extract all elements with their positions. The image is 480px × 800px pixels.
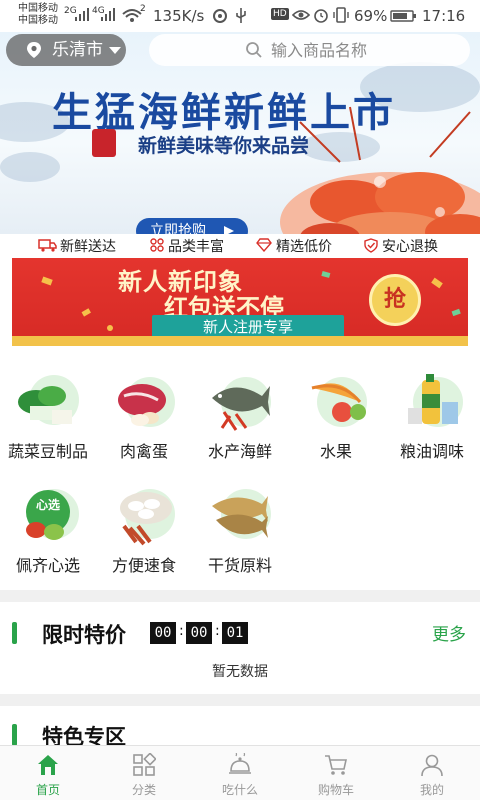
nav-label: 首页 [35, 783, 60, 797]
battery-icon [390, 10, 416, 22]
delivery-truck-icon [38, 239, 57, 252]
nav-category[interactable]: 分类 [96, 746, 192, 800]
feature-label: 品类丰富 [168, 239, 224, 255]
location-pin-icon [27, 42, 41, 58]
eye-icon [292, 10, 310, 20]
section-accent-bar [12, 724, 17, 746]
nav-profile[interactable]: 我的 [384, 746, 480, 800]
countdown-colon: : [215, 623, 220, 639]
oil-bottle-icon [408, 374, 463, 427]
section-accent-bar [12, 622, 17, 644]
search-icon [246, 42, 262, 58]
empty-state-text: 暂无数据 [212, 664, 268, 680]
countdown-minutes: 00 [186, 622, 212, 644]
category-label: 粮油调味 [399, 442, 464, 461]
nav-label: 分类 [131, 783, 156, 797]
category-label: 方便速食 [111, 556, 176, 575]
section-divider [0, 694, 480, 706]
grab-coin-button[interactable]: 抢 [369, 274, 421, 326]
play-arrow-icon [224, 226, 234, 234]
feature-strip: 新鲜送达 品类丰富 精选低价 安心退换 [0, 234, 480, 256]
net-speed: 135K/s [153, 7, 205, 25]
chevron-down-icon [109, 47, 121, 54]
category-icon [133, 753, 156, 776]
city-name: 乐清市 [52, 40, 103, 60]
buy-now-button[interactable]: 立即抢购 [136, 218, 248, 234]
vegetables-icon [18, 375, 79, 425]
selected-badge-icon: 心选 [26, 489, 79, 540]
category-label: 水果 [319, 442, 352, 461]
carrier-2: 中国移动 [18, 15, 58, 26]
section-divider [0, 590, 480, 602]
shield-check-icon [364, 238, 378, 253]
nav-label: 我的 [419, 783, 444, 797]
feature-label: 新鲜送达 [60, 239, 116, 255]
clock: 17:16 [422, 7, 466, 25]
category-label: 蔬菜豆制品 [7, 442, 88, 461]
dumpling-icon [120, 489, 175, 546]
signal-icon-2 [101, 8, 115, 21]
meat-icon [118, 377, 175, 427]
feature-label: 安心退换 [382, 239, 438, 255]
nav-cart[interactable]: 购物车 [288, 746, 384, 800]
grid-icon [150, 238, 164, 252]
selected-badge-text: 心选 [36, 497, 60, 512]
home-icon [38, 755, 58, 775]
nav-label: 购物车 [317, 783, 354, 797]
fish-icon [212, 377, 271, 431]
dish-cloche-icon [229, 753, 251, 774]
category-meat[interactable]: 肉禽蛋 [96, 372, 192, 472]
vibrate-icon [333, 7, 349, 23]
battery-percent: 69% [354, 7, 388, 25]
hd-badge: HD [271, 8, 289, 20]
more-link[interactable]: 更多 [432, 620, 466, 645]
nav-home[interactable]: 首页 [0, 746, 96, 800]
category-instant-food[interactable]: 方便速食 [96, 486, 192, 586]
carrier-labels: 中国移动 中国移动 [18, 3, 58, 27]
countdown-seconds: 01 [222, 622, 248, 644]
category-label: 水产海鲜 [207, 442, 272, 461]
diamond-icon [256, 238, 272, 252]
city-selector[interactable]: 乐清市 [6, 34, 126, 66]
alarm-icon [314, 9, 328, 23]
category-label: 佩齐心选 [15, 556, 80, 575]
category-selected[interactable]: 心选 佩齐心选 [0, 486, 96, 586]
search-bar[interactable] [149, 34, 470, 66]
feature-label: 精选低价 [276, 239, 332, 255]
signal-icon [75, 8, 89, 21]
carrier-1: 中国移动 [18, 3, 58, 14]
seafood-image [280, 106, 480, 234]
fruit-icon [311, 377, 367, 427]
category-label: 干货原料 [207, 556, 272, 575]
flash-sale-title: 限时特价 [42, 623, 126, 647]
nav-label: 吃什么 [221, 783, 258, 797]
category-fruit[interactable]: 水果 [288, 372, 384, 472]
cart-icon [325, 755, 347, 775]
category-dried-goods[interactable]: 干货原料 [192, 486, 288, 586]
countdown-colon: : [179, 623, 184, 639]
seal-icon [92, 129, 116, 157]
new-user-promo-banner[interactable]: 新人新印象 红包送不停 新人注册专享 抢 [12, 258, 468, 346]
wifi-badge: 2 [140, 4, 146, 14]
sync-icon [213, 9, 227, 23]
dried-fish-icon [212, 489, 271, 539]
category-label: 肉禽蛋 [119, 442, 168, 461]
countdown-hours: 00 [150, 622, 176, 644]
category-grain-oil[interactable]: 粮油调味 [384, 372, 480, 472]
buy-now-label: 立即抢购 [150, 223, 206, 234]
status-bar: 中国移动 中国移动 2G 4G 2 135K/s HD 69% 17:16 [0, 0, 480, 32]
category-seafood[interactable]: 水产海鲜 [192, 372, 288, 472]
search-input[interactable] [271, 37, 461, 63]
usb-icon [236, 8, 246, 23]
nav-what-to-eat[interactable]: 吃什么 [192, 746, 288, 800]
user-icon [421, 754, 443, 777]
category-vegetables[interactable]: 蔬菜豆制品 [0, 372, 96, 472]
bottom-navigation: 首页 分类 吃什么 购物车 我的 [0, 745, 480, 800]
promo-strip [12, 336, 468, 346]
